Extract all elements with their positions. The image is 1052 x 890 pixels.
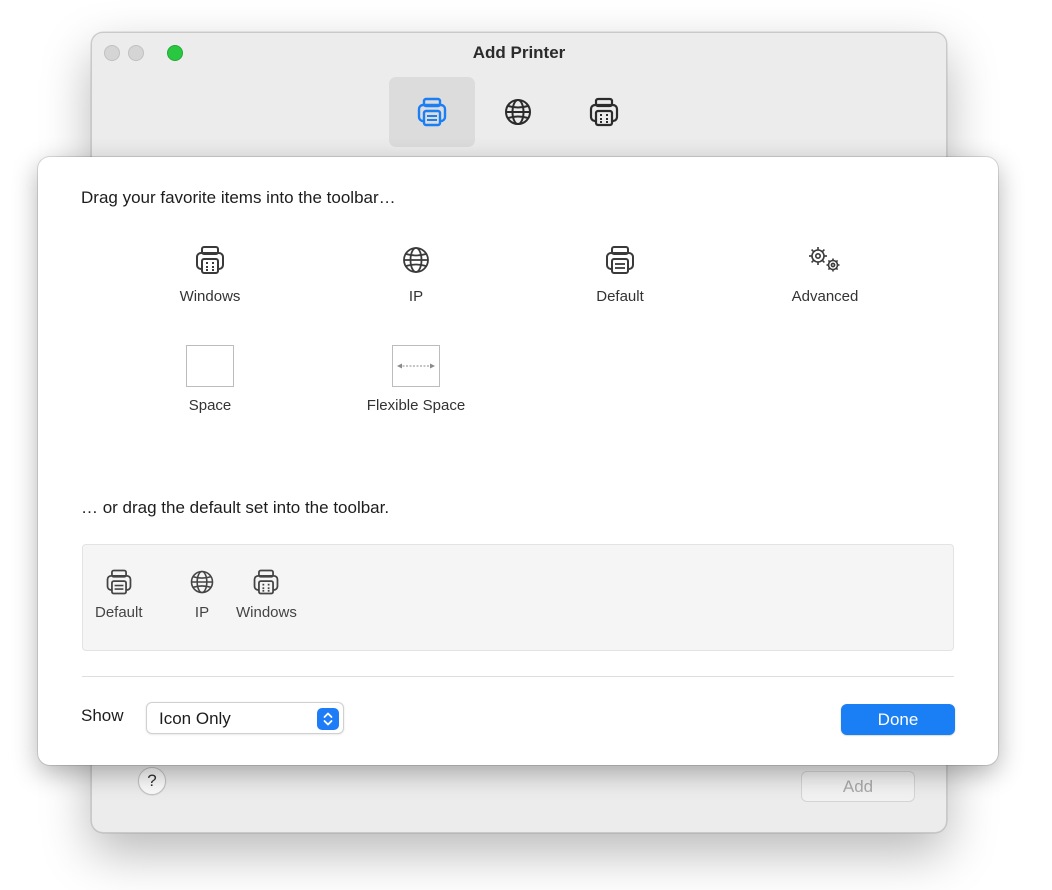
palette-item-label: Windows bbox=[179, 288, 241, 305]
default-set-item-ip: IP bbox=[188, 567, 216, 621]
palette-item-label: Space bbox=[188, 397, 232, 414]
show-mode-value: Icon Only bbox=[159, 709, 231, 728]
palette-item-ip[interactable]: IP bbox=[331, 240, 501, 305]
palette-item-label: Flexible Space bbox=[366, 397, 466, 414]
divider bbox=[82, 676, 954, 677]
flexible-space-icon bbox=[392, 345, 440, 387]
customize-toolbar-sheet: Drag your favorite items into the toolba… bbox=[38, 157, 998, 765]
palette-item-label: Default bbox=[596, 288, 644, 305]
show-mode-select[interactable]: Icon Only bbox=[146, 702, 344, 734]
palette-heading: Drag your favorite items into the toolba… bbox=[81, 188, 396, 207]
printer-icon bbox=[606, 246, 634, 274]
windows-printer-icon bbox=[589, 97, 619, 127]
chevron-updown-icon bbox=[317, 708, 339, 730]
show-label: Show bbox=[81, 706, 124, 725]
titlebar: Add Printer bbox=[92, 33, 946, 161]
default-set-label: Default bbox=[95, 604, 143, 621]
help-button[interactable]: ? bbox=[138, 767, 166, 795]
gears-icon bbox=[809, 247, 840, 272]
windows-printer-icon bbox=[196, 246, 224, 274]
printer-icon bbox=[106, 569, 132, 595]
palette-item-label: Advanced bbox=[791, 288, 859, 305]
toolbar-ip-button[interactable] bbox=[475, 77, 561, 147]
palette-item-space[interactable]: Space bbox=[125, 345, 295, 414]
space-icon bbox=[186, 345, 234, 387]
default-set-label: IP bbox=[194, 604, 210, 621]
palette-item-label: IP bbox=[408, 288, 424, 305]
globe-icon bbox=[505, 99, 531, 125]
palette-item-advanced[interactable]: Advanced bbox=[740, 240, 910, 305]
default-set-label: Windows bbox=[236, 604, 297, 621]
default-set-item-windows: Windows bbox=[236, 567, 297, 621]
done-button[interactable]: Done bbox=[841, 704, 955, 735]
palette-item-flexible-space[interactable]: Flexible Space bbox=[331, 345, 501, 414]
globe-icon bbox=[190, 570, 214, 594]
default-set-item-default: Default bbox=[95, 567, 143, 621]
windows-printer-icon bbox=[254, 569, 279, 595]
toolbar-windows-button[interactable] bbox=[561, 77, 647, 147]
globe-icon bbox=[403, 247, 429, 273]
palette-item-default[interactable]: Default bbox=[535, 240, 705, 305]
default-set-heading: … or drag the default set into the toolb… bbox=[81, 498, 390, 517]
default-toolbar-set[interactable]: Default IP Windows bbox=[82, 544, 954, 651]
add-button[interactable]: Add bbox=[801, 771, 915, 802]
printer-icon bbox=[417, 97, 447, 127]
window-title: Add Printer bbox=[472, 43, 566, 62]
toolbar-default-button[interactable] bbox=[389, 77, 475, 147]
palette-item-windows[interactable]: Windows bbox=[125, 240, 295, 305]
